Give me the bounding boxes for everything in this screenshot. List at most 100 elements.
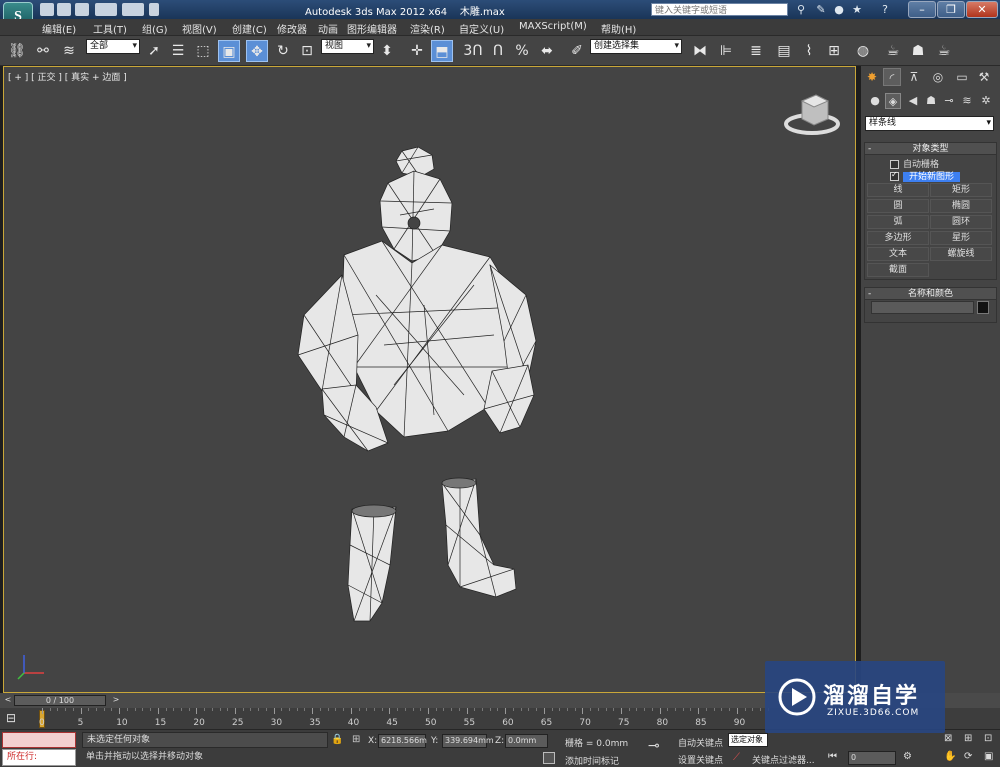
open-file-icon[interactable] [57, 3, 71, 16]
current-frame-field[interactable]: 0 [848, 751, 896, 765]
shapes-icon[interactable]: ◈ [885, 93, 901, 109]
arc-button[interactable]: 弧 [867, 215, 929, 229]
set-key-button[interactable]: 设置关键点 [678, 753, 723, 766]
absolute-mode-icon[interactable]: ⊞ [352, 734, 360, 745]
ellipse-button[interactable]: 椭圆 [930, 199, 992, 213]
percent-snap-icon[interactable]: % [511, 40, 533, 62]
align-icon[interactable]: ⊫ [715, 40, 737, 62]
pan-icon[interactable]: ✋ [944, 751, 956, 762]
user-icon[interactable]: ● [832, 3, 846, 16]
menu-maxscript[interactable]: MAXScript(M) [519, 21, 587, 32]
render-production-icon[interactable]: ☕ [933, 40, 955, 62]
lock-selection-icon[interactable]: 🔒 [331, 734, 343, 745]
utilities-tab-icon[interactable]: ⚒ [975, 68, 993, 86]
geometry-icon[interactable]: ● [867, 93, 883, 109]
object-name-field[interactable] [871, 301, 974, 314]
keyboard-shortcut-override-icon[interactable]: ⬒ [431, 40, 453, 62]
viewcube-icon[interactable] [782, 91, 844, 141]
helix-button[interactable]: 螺旋线 [930, 247, 992, 261]
snaps-toggle-icon[interactable]: 3ᑎ [462, 40, 484, 62]
display-tab-icon[interactable]: ▭ [953, 68, 971, 86]
pivot-center-icon[interactable]: ⬍ [376, 40, 398, 62]
save-file-icon[interactable] [75, 3, 89, 16]
select-move-icon[interactable]: ✥ [246, 40, 268, 62]
mini-curve-editor-icon[interactable]: ⊟ [6, 711, 24, 725]
orbit-icon[interactable]: ⟳ [964, 751, 972, 762]
menu-rendering[interactable]: 渲染(R) [410, 21, 445, 36]
maxscript-mini-listener[interactable]: 所在行: [2, 749, 76, 766]
spinner-snap-icon[interactable]: ⬌ [536, 40, 558, 62]
menu-help[interactable]: 帮助(H) [601, 21, 636, 36]
select-manipulate-icon[interactable]: ✛ [406, 40, 428, 62]
menu-animation[interactable]: 动画 [318, 21, 338, 36]
auto-grid-checkbox[interactable] [890, 160, 899, 169]
link-icon[interactable]: ⛓ [6, 40, 28, 62]
reference-coord-dropdown[interactable]: 视图 [321, 39, 374, 54]
select-by-name-icon[interactable]: ☰ [167, 40, 189, 62]
ngon-button[interactable]: 多边形 [867, 231, 929, 245]
maxscript-listener[interactable] [2, 732, 76, 748]
window-crossing-icon[interactable]: ▣ [218, 40, 240, 62]
unlink-icon[interactable]: ⚯ [32, 40, 54, 62]
key-filters-button[interactable]: 关键点过滤器... [752, 753, 815, 766]
donut-button[interactable]: 圆环 [930, 215, 992, 229]
binoculars-icon[interactable]: ⚲ [794, 3, 808, 16]
cameras-icon[interactable]: ☗ [923, 93, 939, 109]
render-setup-icon[interactable]: ☕ [882, 40, 904, 62]
select-scale-icon[interactable]: ⊡ [296, 40, 318, 62]
select-object-icon[interactable]: ➚ [143, 40, 165, 62]
menu-create[interactable]: 创建(C) [232, 21, 267, 36]
menu-group[interactable]: 组(G) [142, 21, 168, 36]
selection-filter-dropdown[interactable]: 全部 [86, 39, 140, 54]
next-frame-icon[interactable]: > [110, 694, 122, 706]
select-rotate-icon[interactable]: ↻ [272, 40, 294, 62]
goto-start-icon[interactable]: ⏮ [828, 751, 837, 762]
maximize-button[interactable]: ❐ [937, 1, 965, 18]
x-coordinate-field[interactable]: 6218.566m [378, 734, 427, 748]
object-color-swatch[interactable] [977, 301, 989, 314]
menu-modifiers[interactable]: 修改器 [277, 21, 307, 36]
perspective-viewport[interactable]: [ + ] [ 正交 ] [ 真实 + 边面 ] [3, 66, 856, 693]
helpers-icon[interactable]: ⊸ [941, 93, 957, 109]
text-button[interactable]: 文本 [867, 247, 929, 261]
menu-customize[interactable]: 自定义(U) [459, 21, 504, 36]
motion-tab-icon[interactable]: ◎ [929, 68, 947, 86]
zoom-extents-icon[interactable]: ⊠ [944, 733, 952, 744]
field-of-view-icon[interactable]: ⊡ [984, 733, 992, 744]
time-tag-icon[interactable] [543, 752, 555, 764]
start-new-shape-checkbox[interactable] [890, 170, 899, 181]
menu-edit[interactable]: 编辑(E) [42, 21, 76, 36]
material-editor-icon[interactable]: ◍ [852, 40, 874, 62]
z-coordinate-field[interactable]: 0.0mm [505, 734, 548, 748]
bind-space-warp-icon[interactable]: ≋ [58, 40, 80, 62]
systems-icon[interactable]: ✲ [978, 93, 994, 109]
start-new-shape-button[interactable]: 开始新图形 [903, 172, 961, 182]
redo-icon[interactable] [122, 3, 144, 16]
zoom-all-icon[interactable]: ⊞ [964, 733, 972, 744]
menu-views[interactable]: 视图(V) [182, 21, 217, 36]
add-time-tag[interactable]: 添加时间标记 [565, 754, 619, 767]
wood-carving-model[interactable] [284, 145, 544, 629]
space-warps-icon[interactable]: ≋ [959, 93, 975, 109]
y-coordinate-field[interactable]: 339.694mm [442, 734, 494, 748]
section-button[interactable]: 截面 [867, 263, 929, 277]
name-color-header[interactable]: - 名称和颜色 [865, 288, 996, 300]
new-file-icon[interactable] [40, 3, 54, 16]
layer-manager-icon[interactable]: ≣ [745, 40, 767, 62]
curve-editor-icon[interactable]: ⌇ [798, 40, 820, 62]
favorites-icon[interactable]: ★ [850, 3, 864, 16]
circle-button[interactable]: 圆 [867, 199, 929, 213]
edit-named-selection-icon[interactable]: ✐ [566, 40, 588, 62]
graphite-ribbon-icon[interactable]: ▤ [773, 40, 795, 62]
key-filter-icon[interactable]: ⟋ [733, 752, 740, 763]
time-config-icon[interactable]: ⚙ [903, 751, 912, 762]
rectangular-selection-icon[interactable]: ⬚ [192, 40, 214, 62]
category-dropdown[interactable]: 样条线 [865, 116, 994, 131]
minimize-button[interactable]: – [908, 1, 936, 18]
create-tab-icon[interactable]: ✸ [863, 68, 881, 86]
prev-frame-icon[interactable]: < [2, 694, 14, 706]
viewport-label[interactable]: [ + ] [ 正交 ] [ 真实 + 边面 ] [8, 70, 127, 83]
hierarchy-tab-icon[interactable]: ⊼ [905, 68, 923, 86]
angle-snap-icon[interactable]: ᑎ [487, 40, 509, 62]
line-button[interactable]: 线 [867, 183, 929, 197]
